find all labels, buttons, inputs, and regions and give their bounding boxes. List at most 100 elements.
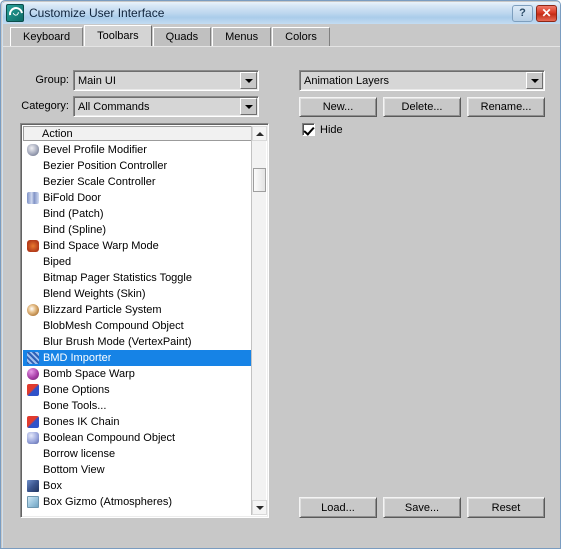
scrollbar-thumb[interactable] xyxy=(253,168,266,192)
list-item[interactable]: Box xyxy=(23,478,252,494)
list-item[interactable]: Bezier Position Controller xyxy=(23,158,252,174)
list-item-label: Biped xyxy=(43,256,72,268)
tab-menus[interactable]: Menus xyxy=(212,27,272,46)
close-icon[interactable]: ✕ xyxy=(536,4,557,22)
list-item[interactable]: Bottom View xyxy=(23,462,252,478)
bone-icon xyxy=(25,415,41,429)
hide-checkbox[interactable] xyxy=(302,123,315,136)
box-gizmo-icon xyxy=(25,495,41,509)
list-item-label: Bind (Patch) xyxy=(43,208,104,220)
list-item-label: BiFold Door xyxy=(43,192,102,204)
none xyxy=(25,271,41,285)
tab-quads[interactable]: Quads xyxy=(152,27,212,46)
hide-checkbox-row[interactable]: Hide xyxy=(302,123,343,136)
none xyxy=(25,207,41,221)
save-button[interactable]: Save... xyxy=(383,497,461,518)
list-item[interactable]: Box Gizmo (Atmospheres) xyxy=(23,494,252,510)
vase-icon xyxy=(25,143,41,157)
list-item-label: Box Gizmo (Atmospheres) xyxy=(43,496,172,508)
rename-button[interactable]: Rename... xyxy=(467,97,545,117)
action-list[interactable]: Action Bevel Profile Modifier Bezier Posi… xyxy=(20,123,269,518)
list-item-label: Bone Options xyxy=(43,384,110,396)
list-item-label: Bind Space Warp Mode xyxy=(43,240,159,252)
list-item-label: Blizzard Particle System xyxy=(43,304,162,316)
chevron-down-icon[interactable] xyxy=(240,98,257,115)
none xyxy=(25,159,41,173)
toolbar-select[interactable]: Animation Layers xyxy=(299,70,545,91)
group-select[interactable]: Main UI xyxy=(73,70,259,91)
list-item-label: Bottom View xyxy=(43,464,105,476)
tab-toolbars[interactable]: Toolbars xyxy=(84,25,152,46)
list-item[interactable]: Bomb Space Warp xyxy=(23,366,252,382)
reset-button[interactable]: Reset xyxy=(467,497,545,518)
bone-icon xyxy=(25,383,41,397)
list-item-label: Boolean Compound Object xyxy=(43,432,176,444)
list-item[interactable]: Borrow license xyxy=(23,446,252,462)
none xyxy=(25,287,41,301)
list-item[interactable]: Boolean Compound Object xyxy=(23,430,252,446)
load-button[interactable]: Load... xyxy=(299,497,377,518)
none xyxy=(25,463,41,477)
list-item[interactable]: Bezier Scale Controller xyxy=(23,174,252,190)
list-item-label: Bevel Profile Modifier xyxy=(43,144,147,156)
none xyxy=(25,335,41,349)
list-item-label: Bones IK Chain xyxy=(43,416,120,428)
caption-buttons: ? ✕ xyxy=(512,4,557,22)
list-item-label: Bezier Scale Controller xyxy=(43,176,156,188)
list-item-label: Box xyxy=(43,480,62,492)
list-item-label: BMD Importer xyxy=(43,352,112,364)
list-item-label: Blend Weights (Skin) xyxy=(43,288,146,300)
bomb-icon xyxy=(25,367,41,381)
max-app-icon xyxy=(6,4,26,24)
mesh-icon xyxy=(25,351,41,365)
none xyxy=(25,175,41,189)
action-list-scrollbar[interactable] xyxy=(251,126,267,515)
list-item[interactable]: Bind Space Warp Mode xyxy=(23,238,252,254)
list-item[interactable]: Blizzard Particle System xyxy=(23,302,252,318)
list-item[interactable]: BlobMesh Compound Object xyxy=(23,318,252,334)
tab-keyboard[interactable]: Keyboard xyxy=(10,27,84,46)
list-item[interactable]: Bones IK Chain xyxy=(23,414,252,430)
none xyxy=(25,399,41,413)
boolean-icon xyxy=(25,431,41,445)
list-item[interactable]: Bevel Profile Modifier xyxy=(23,142,252,158)
door-icon xyxy=(25,191,41,205)
toolbar-select-value: Animation Layers xyxy=(304,74,389,87)
window-title: Customize User Interface xyxy=(29,6,165,20)
none xyxy=(25,319,41,333)
action-list-body[interactable]: Bevel Profile Modifier Bezier Position Co… xyxy=(23,142,252,515)
list-item[interactable]: Blur Brush Mode (VertexPaint) xyxy=(23,334,252,350)
tab-bar: Keyboard Toolbars Quads Menus Colors xyxy=(3,24,560,46)
group-select-value: Main UI xyxy=(78,74,116,87)
tab-colors[interactable]: Colors xyxy=(272,27,330,46)
chevron-down-icon[interactable] xyxy=(240,72,257,89)
delete-button[interactable]: Delete... xyxy=(383,97,461,117)
list-item[interactable]: Blend Weights (Skin) xyxy=(23,286,252,302)
customize-user-interface-window: Customize User Interface ? ✕ Keyboard To… xyxy=(0,0,561,549)
new-button[interactable]: New... xyxy=(299,97,377,117)
titlebar[interactable]: Customize User Interface ? ✕ xyxy=(2,2,560,24)
action-column-header[interactable]: Action xyxy=(23,126,252,141)
list-item[interactable]: Bind (Spline) xyxy=(23,222,252,238)
help-button[interactable]: ? xyxy=(512,4,533,22)
particle-icon xyxy=(25,303,41,317)
scroll-down-icon[interactable] xyxy=(252,500,267,515)
group-label: Group: xyxy=(35,74,69,86)
box-icon xyxy=(25,479,41,493)
toolbars-tab-panel: Group: Main UI Category: All Commands Ac… xyxy=(3,46,560,548)
category-label: Category: xyxy=(21,100,69,112)
none xyxy=(25,447,41,461)
space-warp-icon xyxy=(25,239,41,253)
category-select[interactable]: All Commands xyxy=(73,96,259,117)
list-item[interactable]: Bitmap Pager Statistics Toggle xyxy=(23,270,252,286)
list-item[interactable]: Bone Tools... xyxy=(23,398,252,414)
chevron-down-icon[interactable] xyxy=(526,72,543,89)
list-item-label: Bind (Spline) xyxy=(43,224,106,236)
list-item[interactable]: Bind (Patch) xyxy=(23,206,252,222)
list-item[interactable]: BMD Importer xyxy=(23,350,252,366)
list-item[interactable]: BiFold Door xyxy=(23,190,252,206)
list-item[interactable]: Biped xyxy=(23,254,252,270)
scroll-up-icon[interactable] xyxy=(252,126,267,141)
list-item[interactable]: Bone Options xyxy=(23,382,252,398)
list-item-label: BlobMesh Compound Object xyxy=(43,320,184,332)
